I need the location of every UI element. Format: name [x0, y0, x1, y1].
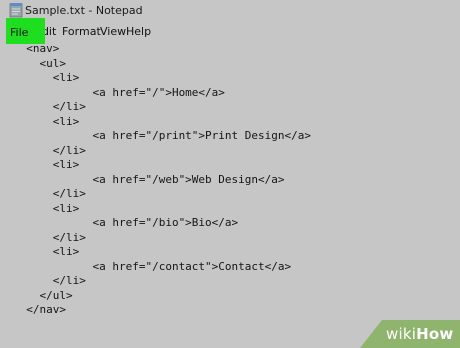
code-line: </nav> — [13, 303, 66, 316]
code-line: <li> — [13, 71, 80, 84]
code-line: <a href="/bio">Bio</a> — [13, 216, 239, 229]
window-title: Sample.txt - Notepad — [25, 4, 143, 17]
code-line: <a href="/print">Print Design</a> — [13, 129, 312, 142]
code-line: <a href="/web">Web Design</a> — [13, 172, 285, 186]
code-line: <a href="/">Home</a> — [13, 85, 225, 99]
code-line: <li> — [13, 245, 80, 258]
code-line: </li> — [13, 274, 86, 287]
code-line: </li> — [13, 100, 86, 113]
code-line: <ul> — [13, 56, 66, 70]
menu-bar: Edit Format View Help — [0, 23, 460, 41]
menu-file[interactable]: File — [10, 26, 28, 39]
code-line: </ul> — [13, 288, 73, 302]
menu-format[interactable]: Format — [62, 25, 101, 38]
code-line: <li> — [13, 158, 80, 171]
code-line: </li> — [13, 187, 86, 200]
text-editor[interactable]: <nav> <ul> <li> <a href="/">Home</a> </l… — [0, 41, 460, 348]
code-line: </li> — [13, 143, 86, 157]
watermark-text: wikiHow — [386, 325, 453, 343]
menu-help[interactable]: Help — [126, 25, 151, 38]
menu-view[interactable]: View — [100, 25, 126, 38]
title-bar: Sample.txt - Notepad — [0, 0, 460, 22]
watermark-prefix: wiki — [386, 325, 417, 343]
code-line: <a href="/contact">Contact</a> — [13, 259, 292, 273]
wikihow-watermark: wikiHow — [360, 320, 460, 348]
code-line: <li> — [13, 201, 80, 215]
code-line: <li> — [13, 114, 80, 128]
notepad-icon — [9, 3, 23, 18]
watermark-suffix: How — [416, 325, 454, 343]
code-line: </li> — [13, 230, 86, 244]
